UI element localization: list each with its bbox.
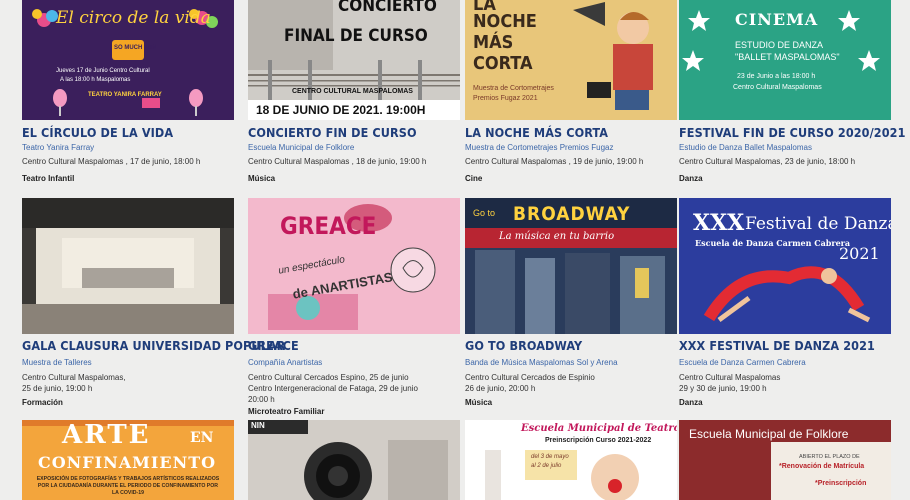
poster-info: Jueves 17 de Junio Centro Cultural — [56, 68, 150, 74]
event-title[interactable]: GO TO BROADWAY — [465, 338, 582, 353]
event-title[interactable]: FESTIVAL FIN DE CURSO 2020/2021 — [679, 125, 906, 140]
poster-line-3: *Preinscripción — [815, 480, 867, 487]
poster-line-1: CONCIERTO — [338, 0, 437, 16]
event-poster[interactable]: Escuela Municipal de Teatro Preinscripci… — [465, 420, 677, 500]
event-place-2: Centro Intergeneracional de Fataga, 29 d… — [248, 384, 418, 393]
poster-sub: Escuela de Danza Carmen Cabrera — [695, 238, 851, 248]
poster-line-2: *Renovación de Matrícula — [779, 463, 865, 470]
poster-line-1: ESTUDIO DE DANZA — [735, 40, 824, 50]
event-poster[interactable]: El circo de la vida SO MUCH FUN Jueves 1… — [22, 0, 234, 120]
poster-line-2: EN — [190, 430, 214, 446]
poster-footer: TEATRO YANIRA FARRAY — [88, 92, 162, 98]
poster-line-3: 23 de Junio a las 18:00 h — [737, 73, 816, 80]
poster-heading: El circo de la vida — [56, 8, 211, 28]
poster-heading: Escuela Municipal de Teatro — [521, 423, 677, 434]
event-place: Centro Cultural Maspalomas, 23 de junio,… — [679, 157, 856, 166]
event-organizer: Escuela de Danza Carmen Cabrera — [679, 358, 806, 367]
event-poster[interactable] — [22, 198, 234, 334]
event-category: Música — [248, 174, 276, 183]
poster-line-1: ABIERTO EL PLAZO DE — [799, 454, 860, 460]
poster-note-1: del 3 de mayo — [531, 454, 569, 460]
event-poster[interactable]: Escuela Municipal de Folklore ABIERTO EL… — [679, 420, 891, 500]
event-category: Teatro Infantil — [22, 174, 75, 183]
event-category: Danza — [679, 398, 703, 407]
poster-date: 18 DE JUNIO DE 2021. 19:00H — [256, 103, 426, 117]
events-grid: El circo de la vida SO MUCH FUN Jueves 1… — [0, 0, 910, 500]
event-organizer: Muestra de Cortometrajes Premios Fugaz — [465, 143, 614, 152]
event-place: Centro Cultural Maspalomas — [679, 373, 781, 382]
event-place: Centro Cultural Maspalomas , 18 de junio… — [248, 157, 427, 166]
event-place: Centro Cultural Maspalomas , 17 de junio… — [22, 157, 201, 166]
poster-xxx: XXX — [693, 210, 745, 236]
event-category: Danza — [679, 174, 703, 183]
poster-sub: Preinscripción Curso 2021-2022 — [545, 437, 652, 444]
event-place: Centro Cultural Cercados Espino, 25 de j… — [248, 373, 409, 382]
event-title[interactable]: EL CÍRCULO DE LA VIDA — [22, 125, 173, 140]
event-title[interactable]: GALA CLAUSURA UNIVERSIDAD POPULAR — [22, 338, 285, 353]
event-place-3: 20:00 h — [248, 395, 275, 404]
poster-sub-2: Premios Fugaz 2021 — [473, 95, 538, 102]
poster-guitar-art — [248, 0, 460, 120]
poster-line-2: NOCHE — [473, 11, 537, 32]
event-poster[interactable]: LA NOCHE MÁS CORTA Muestra de Cortometra… — [465, 0, 677, 120]
poster-sub: La música en tu barrio — [499, 231, 615, 242]
poster-text: NIN — [251, 421, 265, 430]
event-place: Centro Cultural Maspalomas , 19 de junio… — [465, 157, 644, 166]
event-category: Microteatro Familiar — [248, 407, 325, 416]
event-organizer: Teatro Yanira Farray — [22, 143, 95, 152]
poster-heading: GREACE — [280, 212, 377, 240]
poster-line-3: MÁS — [473, 32, 514, 53]
poster-line-4: Centro Cultural Maspalomas — [733, 84, 822, 91]
event-place-2: 29 y 30 de junio, 19:00 h — [679, 384, 767, 393]
poster-badge: SO MUCH FUN — [114, 45, 157, 51]
event-poster[interactable]: XXX Festival de Danza Escuela de Danza C… — [679, 198, 891, 334]
event-poster[interactable]: GREACE un espectáculo de ANARTISTAS — [248, 198, 460, 334]
poster-venue: CENTRO CULTURAL MASPALOMAS — [292, 88, 413, 95]
event-organizer: Estudio de Danza Ballet Maspalomas — [679, 143, 812, 152]
event-title[interactable]: LA NOCHE MÁS CORTA — [465, 125, 608, 140]
event-place-2: 25 de junio, 19:00 h — [22, 384, 93, 393]
poster-line-1: ARTE — [62, 420, 151, 450]
event-title[interactable]: CONCIERTO FIN DE CURSO — [248, 125, 417, 140]
poster-line-3: CONFINAMIENTO — [38, 453, 217, 472]
poster-line-2: FINAL DE CURSO — [284, 26, 428, 46]
poster-line-4: CORTA — [473, 53, 533, 74]
event-organizer: Banda de Música Maspalomas Sol y Arena — [465, 358, 618, 367]
event-poster[interactable]: NIN — [248, 420, 460, 500]
poster-heading: Escuela Municipal de Folklore — [689, 427, 849, 441]
poster-camera-photo — [248, 420, 460, 500]
poster-heading: Festival de Danza — [745, 214, 891, 234]
event-poster[interactable]: CONCIERTO FINAL DE CURSO CENTRO CULTURAL… — [248, 0, 460, 120]
event-organizer: Escuela Municipal de Folklore — [248, 143, 355, 152]
event-title[interactable]: GREACE — [248, 338, 299, 353]
event-place: Centro Cultural Maspalomas, — [22, 373, 126, 382]
poster-sub-1: Muestra de Cortometrajes — [473, 85, 554, 92]
event-organizer: Compañía Anartistas — [248, 358, 323, 367]
poster-info-2: A las 18:00 h Maspalomas — [60, 77, 131, 83]
event-category: Música — [465, 398, 493, 407]
poster-stage-photo — [22, 198, 234, 334]
poster-heading: CINEMA — [735, 10, 819, 29]
event-place: Centro Cultural Cercados de Espinio — [465, 373, 595, 382]
event-category: Cine — [465, 174, 483, 183]
poster-heading: BROADWAY — [513, 203, 631, 225]
event-place-2: 26 de junio, 20:00 h — [465, 384, 536, 393]
poster-line-2: "BALLET MASPALOMAS" — [735, 52, 840, 62]
event-poster[interactable]: CINEMA ESTUDIO DE DANZA "BALLET MASPALOM… — [679, 0, 891, 120]
event-organizer: Muestra de Talleres — [22, 358, 92, 367]
event-poster[interactable]: Go to BROADWAY La música en tu barrio — [465, 198, 677, 334]
poster-year: 2021 — [839, 244, 880, 263]
poster-small: Go to — [473, 208, 496, 218]
event-title[interactable]: XXX FESTIVAL DE DANZA 2021 — [679, 338, 875, 353]
event-poster[interactable]: ARTE EN CONFINAMIENTO EXPOSICIÓN DE FOTO… — [22, 420, 234, 500]
poster-sub: EXPOSICIÓN DE FOTOGRAFÍAS Y TRABAJOS ART… — [36, 476, 220, 496]
event-category: Formación — [22, 398, 63, 407]
poster-note-2: al 2 de julio — [531, 463, 562, 469]
